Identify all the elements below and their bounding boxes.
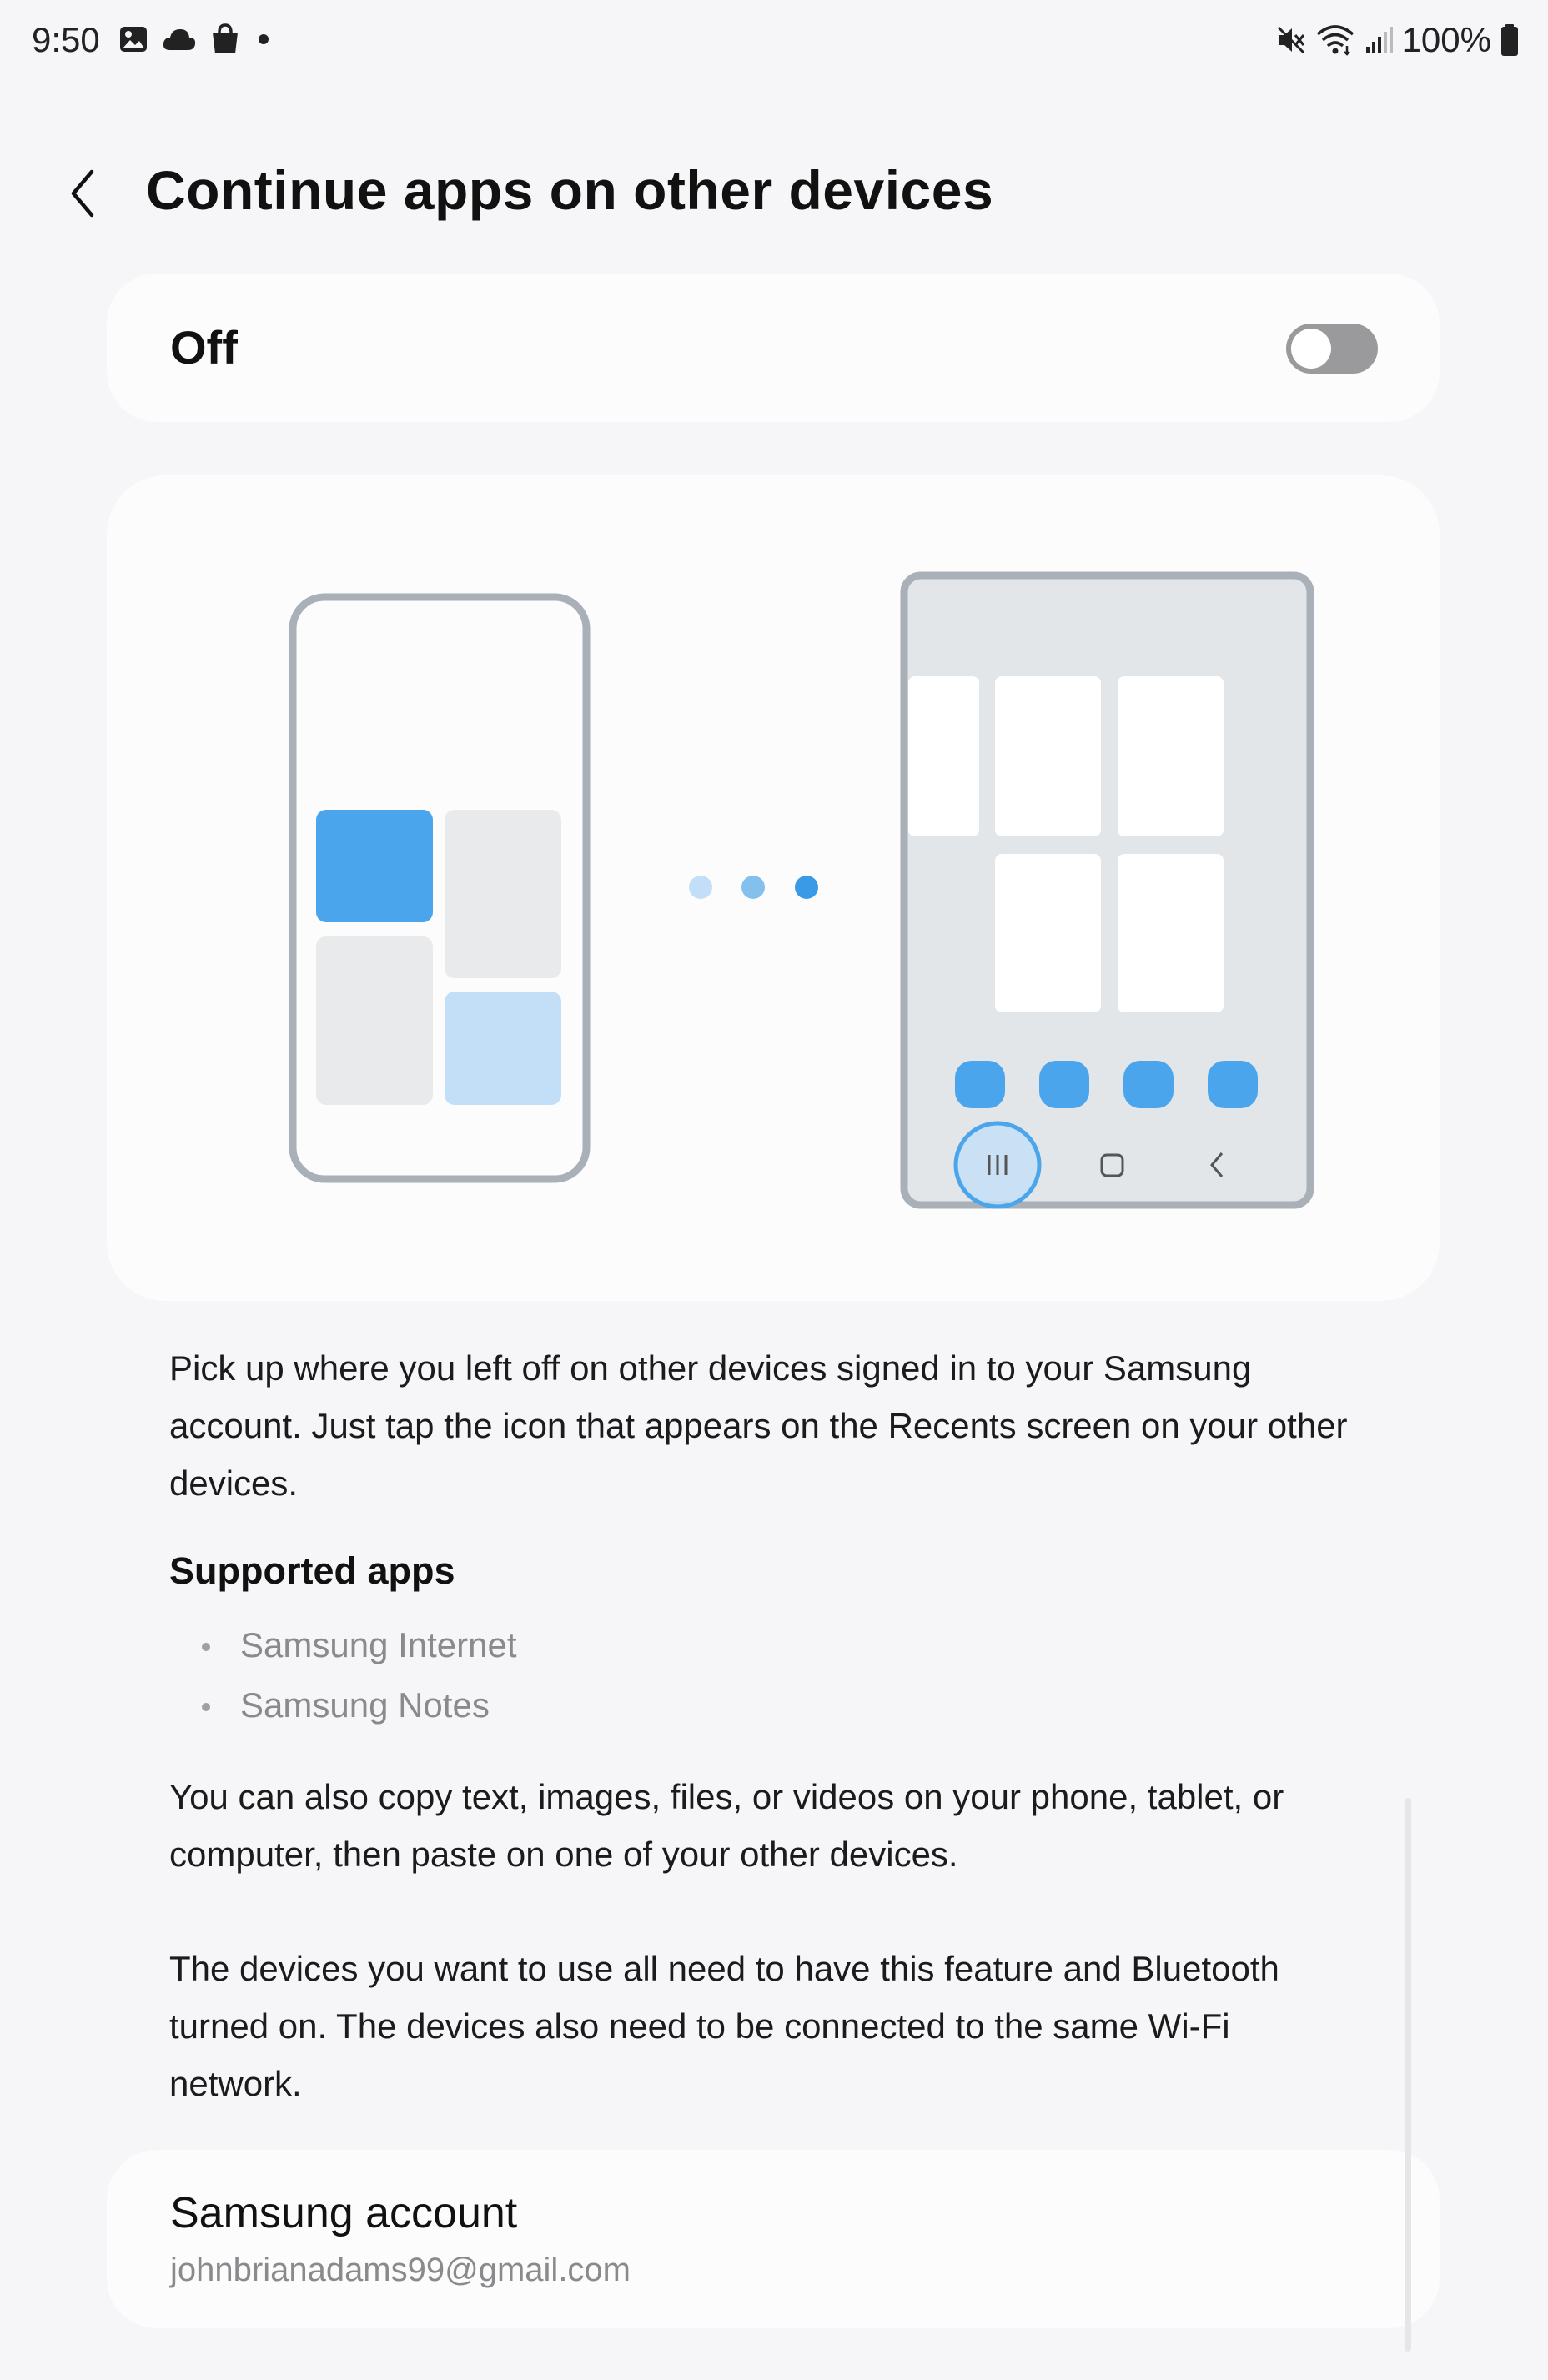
supported-apps-list: Samsung Internet Samsung Notes bbox=[169, 1615, 517, 1735]
supported-apps-heading: Supported apps bbox=[169, 1549, 455, 1592]
continuity-illustration bbox=[289, 571, 1314, 1209]
transfer-dots bbox=[689, 876, 818, 899]
signal-icon bbox=[1365, 27, 1393, 53]
switch-knob bbox=[1291, 329, 1331, 369]
back-button[interactable] bbox=[50, 160, 117, 227]
copy-paste-paragraph: You can also copy text, images, files, o… bbox=[169, 1777, 1284, 1874]
phone-illustration bbox=[289, 593, 591, 1183]
chevron-left-icon bbox=[71, 169, 94, 218]
account-email: johnbrianadams99@gmail.com bbox=[170, 2252, 631, 2288]
shopping-bag-icon bbox=[213, 23, 238, 53]
status-bar: 9:50 100% bbox=[0, 0, 1548, 83]
requirements-paragraph: The devices you want to use all need to … bbox=[169, 1949, 1279, 2103]
feature-switch[interactable] bbox=[1286, 324, 1378, 374]
scrollbar[interactable] bbox=[1405, 1798, 1411, 2352]
dot-icon bbox=[259, 34, 269, 44]
battery-percent: 100% bbox=[1401, 20, 1491, 59]
status-left-icons bbox=[118, 23, 274, 55]
status-time: 9:50 bbox=[32, 20, 100, 59]
description-paragraph: Pick up where you left off on other devi… bbox=[169, 1348, 1348, 1503]
gallery-icon bbox=[120, 27, 147, 52]
account-title: Samsung account bbox=[170, 2189, 518, 2237]
illustration-card bbox=[107, 475, 1440, 1301]
samsung-account-row[interactable]: Samsung account johnbrianadams99@gmail.c… bbox=[107, 2150, 1440, 2328]
header: Continue apps on other devices bbox=[0, 142, 1548, 242]
tablet-illustration bbox=[900, 571, 1314, 1209]
cloud-icon bbox=[163, 29, 196, 50]
wifi-icon bbox=[1316, 25, 1354, 56]
toggle-label: Off bbox=[170, 321, 238, 374]
battery-icon bbox=[1501, 24, 1518, 56]
list-item: Samsung Notes bbox=[169, 1675, 517, 1735]
page-title: Continue apps on other devices bbox=[146, 159, 994, 221]
feature-toggle-row[interactable]: Off bbox=[107, 274, 1440, 422]
status-right-icons: 100% bbox=[1275, 20, 1520, 60]
list-item: Samsung Internet bbox=[169, 1615, 517, 1675]
mute-icon bbox=[1277, 26, 1304, 54]
